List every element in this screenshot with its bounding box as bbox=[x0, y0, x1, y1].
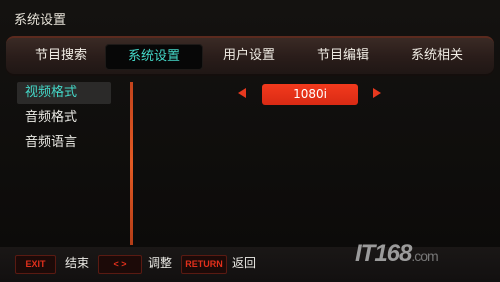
video-format-value[interactable]: 1080i bbox=[262, 84, 358, 105]
it168-watermark-logo: IT168.com bbox=[355, 240, 495, 276]
tab-system-settings[interactable]: 系统设置 bbox=[105, 44, 203, 70]
sidebar-item-audio-format[interactable]: 音频格式 bbox=[17, 107, 111, 129]
return-hint-label: 返回 bbox=[232, 256, 257, 270]
sidebar-item-audio-language[interactable]: 音频语言 bbox=[17, 132, 111, 154]
tab-program-search[interactable]: 节目搜索 bbox=[28, 46, 94, 66]
exit-key-badge: EXIT bbox=[15, 255, 56, 274]
adjust-key-badge: < > bbox=[98, 255, 142, 274]
tab-program-edit[interactable]: 节目编辑 bbox=[310, 46, 376, 66]
exit-hint-label: 结束 bbox=[65, 256, 90, 270]
watermark-brand: IT168 bbox=[355, 240, 412, 267]
tv-settings-screen: 系统设置 节目搜索 系统设置 用户设置 节目编辑 系统相关 视频格式 音频格式 … bbox=[0, 0, 500, 282]
sidebar-item-video-format[interactable]: 视频格式 bbox=[17, 82, 111, 104]
watermark-domain: .com bbox=[411, 248, 438, 264]
tab-user-settings[interactable]: 用户设置 bbox=[216, 46, 282, 66]
arrow-right-icon[interactable] bbox=[373, 88, 381, 98]
tab-bar: 节目搜索 系统设置 用户设置 节目编辑 系统相关 bbox=[6, 36, 494, 76]
return-key-badge: RETURN bbox=[181, 255, 227, 274]
arrow-left-icon[interactable] bbox=[238, 88, 246, 98]
panel-divider bbox=[130, 82, 133, 245]
adjust-hint-label: 调整 bbox=[148, 256, 173, 270]
tab-system-related[interactable]: 系统相关 bbox=[404, 46, 470, 66]
window-title: 系统设置 bbox=[14, 13, 67, 28]
